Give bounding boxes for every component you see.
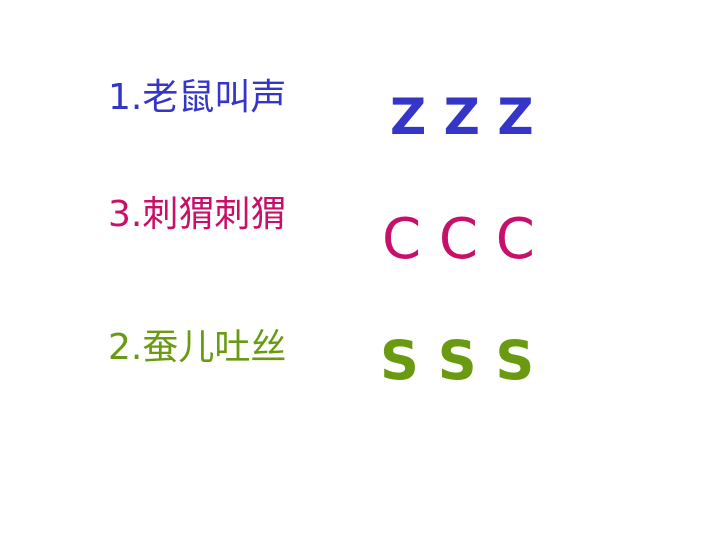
row-3-label: 2.蚕儿吐丝: [108, 327, 287, 368]
row-2-letters: C C C: [382, 207, 535, 272]
row-1-label: 1.老鼠叫声: [108, 77, 287, 118]
row-1-letters: Z Z Z: [390, 88, 534, 146]
row-2-label: 3.刺猬刺猬: [108, 194, 287, 235]
row-3-letters: S S S: [380, 329, 535, 392]
